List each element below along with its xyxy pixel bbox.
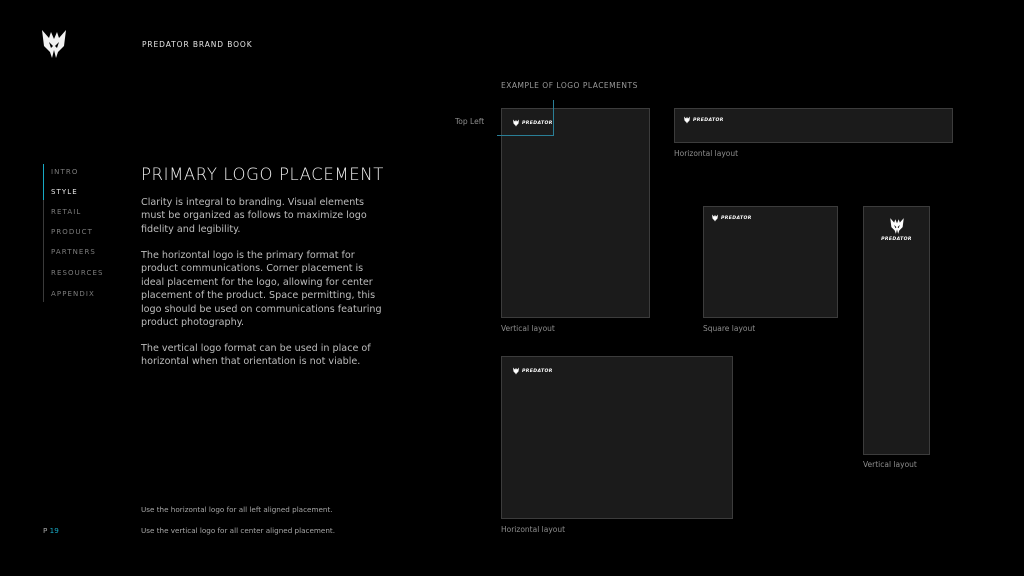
paragraph-horizontal-logo: The horizontal logo is the primary forma… [141,250,382,329]
callout-line-bottom [497,135,554,136]
note-vertical: Use the vertical logo for all center ali… [141,526,335,535]
page-title: PRIMARY LOGO PLACEMENT [141,165,384,184]
predator-logo-icon [513,119,519,127]
logo-wordmark: PREDATOR [522,120,553,126]
nav-item-appendix[interactable]: APPENDIX [51,290,95,298]
caption-square: Square layout [703,324,756,333]
callout-top-left: Top Left [455,117,485,126]
caption-horizontal-large: Horizontal layout [501,525,566,534]
predator-logo-icon [712,214,718,222]
caption-horizontal-wide: Horizontal layout [674,149,739,158]
brand-book-title: PREDATOR BRAND BOOK [142,40,253,49]
nav-item-product[interactable]: PRODUCT [51,228,93,236]
nav-item-partners[interactable]: PARTNERS [51,248,96,256]
logo-wordmark: PREDATOR [522,368,553,374]
nav-item-style[interactable]: STYLE [51,188,78,196]
predator-logo-icon [40,28,68,60]
nav-active-indicator [43,164,44,200]
horizontal-logo: PREDATOR [711,214,752,222]
predator-logo-icon [684,116,690,124]
examples-title: EXAMPLE OF LOGO PLACEMENTS [501,81,638,90]
horizontal-logo: PREDATOR [683,116,724,124]
logo-wordmark: PREDATOR [721,215,752,221]
page-prefix: P [43,526,48,535]
horizontal-logo: PREDATOR [512,367,553,375]
page-number-value: 19 [49,526,59,535]
example-panel-horizontal-large: PREDATOR [501,356,733,519]
vertical-logo: PREDATOR [864,217,929,242]
example-panel-square: PREDATOR [703,206,838,318]
caption-vertical-tall: Vertical layout [501,324,555,333]
predator-logo-icon [889,218,904,234]
logo-wordmark: PREDATOR [693,117,724,123]
horizontal-logo: PREDATOR [512,119,553,127]
predator-logo-icon [513,367,519,375]
callout-line-right [553,100,554,136]
nav-item-intro[interactable]: INTRO [51,168,78,176]
caption-vertical-narrow: Vertical layout [863,460,917,469]
paragraph-vertical-logo: The vertical logo format can be used in … [141,343,371,368]
page-number: P 19 [43,526,59,535]
logo-wordmark: PREDATOR [881,237,912,242]
example-panel-horizontal-wide: PREDATOR [674,108,953,143]
note-horizontal: Use the horizontal logo for all left ali… [141,505,333,514]
paragraph-clarity: Clarity is integral to branding. Visual … [141,197,367,235]
example-panel-vertical-narrow: PREDATOR [863,206,930,455]
nav-item-retail[interactable]: RETAIL [51,208,81,216]
example-panel-vertical-tall: PREDATOR [501,108,650,318]
nav-item-resources[interactable]: RESOURCES [51,269,104,277]
